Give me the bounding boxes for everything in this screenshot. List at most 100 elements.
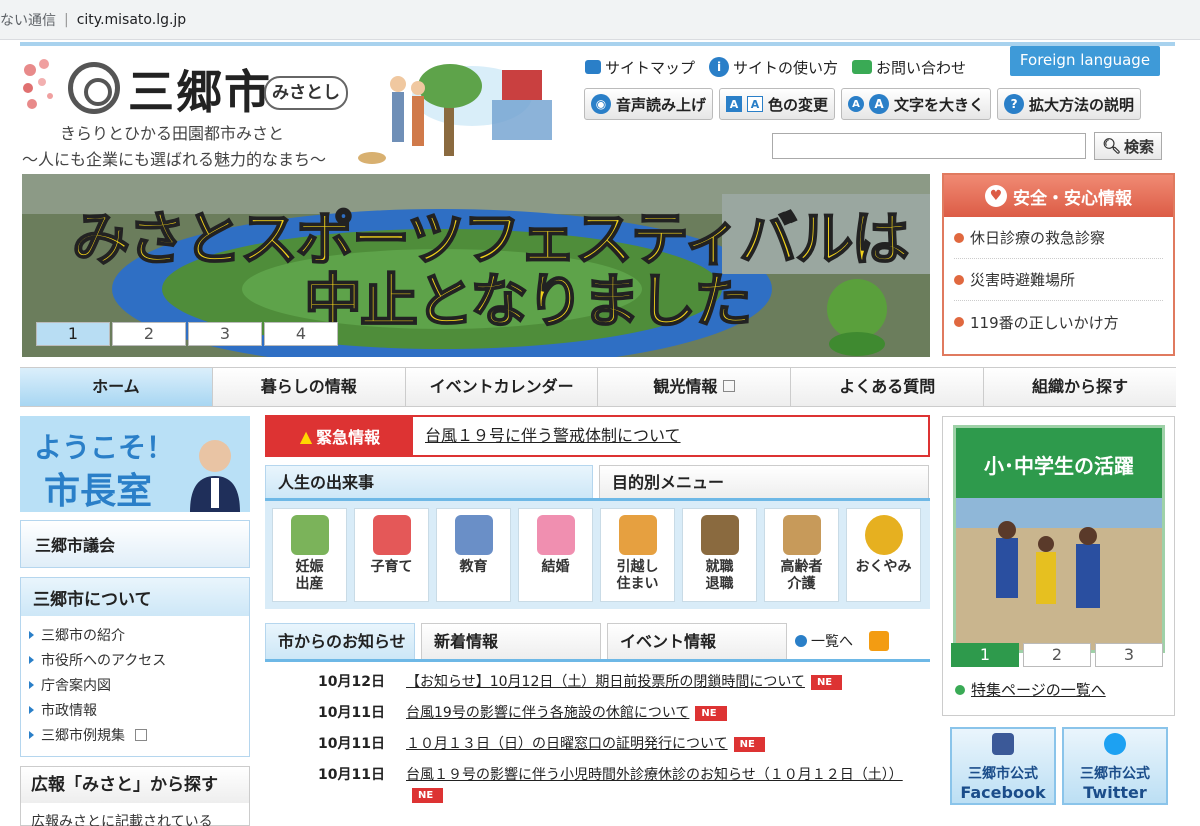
about-city-box: 三郷市について 三郷市の紹介 市役所へのアクセス 庁舎案内図 市政情報 三郷市例…	[20, 577, 250, 757]
news-more-link[interactable]: 一覧へ	[795, 623, 889, 659]
zoom-help-button[interactable]: ? 拡大方法の説明	[997, 88, 1142, 120]
header-top-line	[20, 42, 1175, 46]
site-logo[interactable]: 三郷市 みさとし	[20, 50, 348, 120]
tab-life-events[interactable]: 人生の出来事	[265, 465, 593, 498]
external-link-icon	[135, 728, 147, 741]
life-item-marriage[interactable]: 結婚	[518, 508, 593, 602]
zoom-help-label: 拡大方法の説明	[1029, 95, 1135, 114]
tab-new-info[interactable]: 新着情報	[421, 623, 601, 659]
banner-page-3[interactable]: 3	[188, 322, 262, 346]
tab-purpose-menu[interactable]: 目的別メニュー	[599, 465, 929, 498]
news-title-link[interactable]: 台風19号の影響に伴う各施設の休館について	[406, 705, 689, 721]
howto-link[interactable]: i サイトの使い方	[709, 57, 838, 78]
nav-tourism[interactable]: 観光情報	[598, 368, 792, 406]
mayor-office-banner[interactable]: ようこそ！ 市長室	[20, 416, 250, 512]
warning-icon: ▲	[299, 426, 313, 446]
safety-item-holiday-clinic[interactable]: 休日診療の救急診察	[954, 217, 1163, 259]
nav-organization[interactable]: 組織から探す	[984, 368, 1176, 406]
about-item-access[interactable]: 市役所へのアクセス	[29, 647, 241, 672]
feature-page-3[interactable]: 3	[1095, 643, 1163, 667]
safety-item-119[interactable]: 119番の正しいかけ方	[954, 301, 1163, 343]
heart-icon: ♥	[985, 185, 1007, 207]
news-item: 10月11日 １０月１３日（日）の日曜窓口の証明発行について NE	[318, 734, 918, 754]
city-name: 三郷市	[128, 65, 272, 119]
news-item: 10月11日 台風１９号の影響に伴う小児時間外診療休診のお知らせ（１０月１２日（…	[318, 765, 918, 805]
city-council-link[interactable]: 三郷市議会	[20, 520, 250, 568]
life-label-2: 退職	[705, 576, 734, 592]
address-bar[interactable]: ない通信 | city.misato.lg.jp	[0, 0, 1200, 40]
nav-event-calendar[interactable]: イベントカレンダー	[405, 368, 599, 406]
life-item-moving[interactable]: 引越し 住まい	[600, 508, 675, 602]
feature-list-label: 特集ページの一覧へ	[971, 681, 1106, 699]
banner-page-4[interactable]: 4	[264, 322, 338, 346]
life-item-elderly-care[interactable]: 高齢者 介護	[764, 508, 839, 602]
news-title-link[interactable]: 【お知らせ】10月12日（土）期日前投票所の閉鎖時間について	[406, 674, 805, 690]
contact-link[interactable]: お問い合わせ	[852, 57, 966, 78]
security-indicator[interactable]: ない通信	[0, 10, 56, 30]
mayor-office-title: 市長室	[44, 471, 153, 512]
about-city-title: 三郷市について	[21, 578, 249, 616]
safety-info-title: 安全・安心情報	[1013, 188, 1132, 209]
news-title-link[interactable]: 台風１９号の影響に伴う小児時間外診療休診のお知らせ（１０月１２日（土））	[406, 767, 903, 783]
facebook-link[interactable]: 三郷市公式 Facebook	[950, 727, 1056, 805]
news-title-link[interactable]: １０月１３日（日）の日曜窓口の証明発行について	[406, 736, 728, 752]
triangle-bullet-icon	[29, 680, 34, 689]
life-item-employment[interactable]: 就職 退職	[682, 508, 757, 602]
about-item-intro[interactable]: 三郷市の紹介	[29, 622, 241, 647]
search-input[interactable]	[772, 133, 1086, 159]
voice-readout-label: 音声読み上げ	[616, 95, 707, 114]
feature-list-link[interactable]: 特集ページの一覧へ	[955, 679, 1106, 700]
triangle-bullet-icon	[29, 730, 34, 739]
news-date: 10月11日	[318, 767, 385, 783]
tab-city-notices[interactable]: 市からのお知らせ	[265, 623, 415, 659]
about-item-regulations[interactable]: 三郷市例規集	[29, 722, 241, 747]
about-item-admin[interactable]: 市政情報	[29, 697, 241, 722]
banner-page-2[interactable]: 2	[112, 322, 186, 346]
briefcase-icon	[700, 515, 739, 555]
koho-title: 広報「みさと」から探す	[21, 767, 249, 803]
safety-info-header[interactable]: ♥ 安全・安心情報	[944, 175, 1173, 217]
life-tabs: 人生の出来事 目的別メニュー	[265, 465, 930, 501]
rss-icon[interactable]	[869, 631, 889, 651]
life-item-education[interactable]: 教育	[436, 508, 511, 602]
life-events-grid: 妊娠 出産 子育て 教育 結婚 引越し 住まい 就職 退職 高齢者 介護 おくやみ	[265, 501, 930, 609]
news-date: 10月11日	[318, 736, 385, 752]
about-item-label: 市政情報	[41, 702, 97, 719]
feature-photo[interactable]: 小･中学生の活躍	[953, 425, 1165, 653]
about-item-floor-map[interactable]: 庁舎案内図	[29, 672, 241, 697]
magnifier-icon: 🔍︎	[1101, 137, 1122, 155]
twitter-link[interactable]: 三郷市公式 Twitter	[1062, 727, 1168, 805]
color-change-label: 色の変更	[768, 95, 829, 114]
life-label: 引越し	[616, 559, 659, 575]
sitemap-link[interactable]: サイトマップ	[585, 57, 695, 78]
voice-readout-button[interactable]: ◉ 音声読み上げ	[584, 88, 714, 120]
about-item-label: 市役所へのアクセス	[41, 652, 167, 669]
nav-faq[interactable]: よくある質問	[791, 368, 985, 406]
nav-home[interactable]: ホーム	[20, 368, 213, 406]
circle-arrow-icon	[795, 635, 807, 647]
twitter-line1: 三郷市公式	[1080, 766, 1150, 782]
search-button[interactable]: 🔍︎ 検索	[1094, 132, 1162, 160]
emergency-tag: ▲ 緊急情報	[267, 417, 413, 455]
life-item-childcare[interactable]: 子育て	[354, 508, 429, 602]
news-tabs: 市からのお知らせ 新着情報 イベント情報 一覧へ	[265, 622, 930, 662]
twitter-bird-icon	[1104, 733, 1126, 755]
pregnancy-icon	[290, 515, 329, 555]
font-size-button[interactable]: A A 文字を大きく	[841, 88, 992, 120]
news-list: 10月12日 【お知らせ】10月12日（土）期日前投票所の閉鎖時間について NE …	[318, 672, 918, 816]
life-item-pregnancy[interactable]: 妊娠 出産	[272, 508, 347, 602]
foreign-language-button[interactable]: Foreign language	[1010, 46, 1160, 76]
nav-living[interactable]: 暮らしの情報	[212, 368, 406, 406]
tab-event-info[interactable]: イベント情報	[607, 623, 787, 659]
header-illustration	[358, 64, 552, 164]
emergency-message-link[interactable]: 台風１９号に伴う警戒体制について	[413, 417, 681, 455]
banner-page-1[interactable]: 1	[36, 322, 110, 346]
sitemap-label: サイトマップ	[605, 58, 696, 77]
utility-links: サイトマップ i サイトの使い方 お問い合わせ	[585, 52, 966, 82]
life-item-condolence[interactable]: おくやみ	[846, 508, 921, 602]
safety-item-evacuation[interactable]: 災害時避難場所	[954, 259, 1163, 301]
color-change-button[interactable]: A A 色の変更	[719, 88, 836, 120]
feature-page-2[interactable]: 2	[1023, 643, 1091, 667]
feature-page-1[interactable]: 1	[951, 643, 1019, 667]
url-text[interactable]: city.misato.lg.jp	[77, 12, 186, 28]
